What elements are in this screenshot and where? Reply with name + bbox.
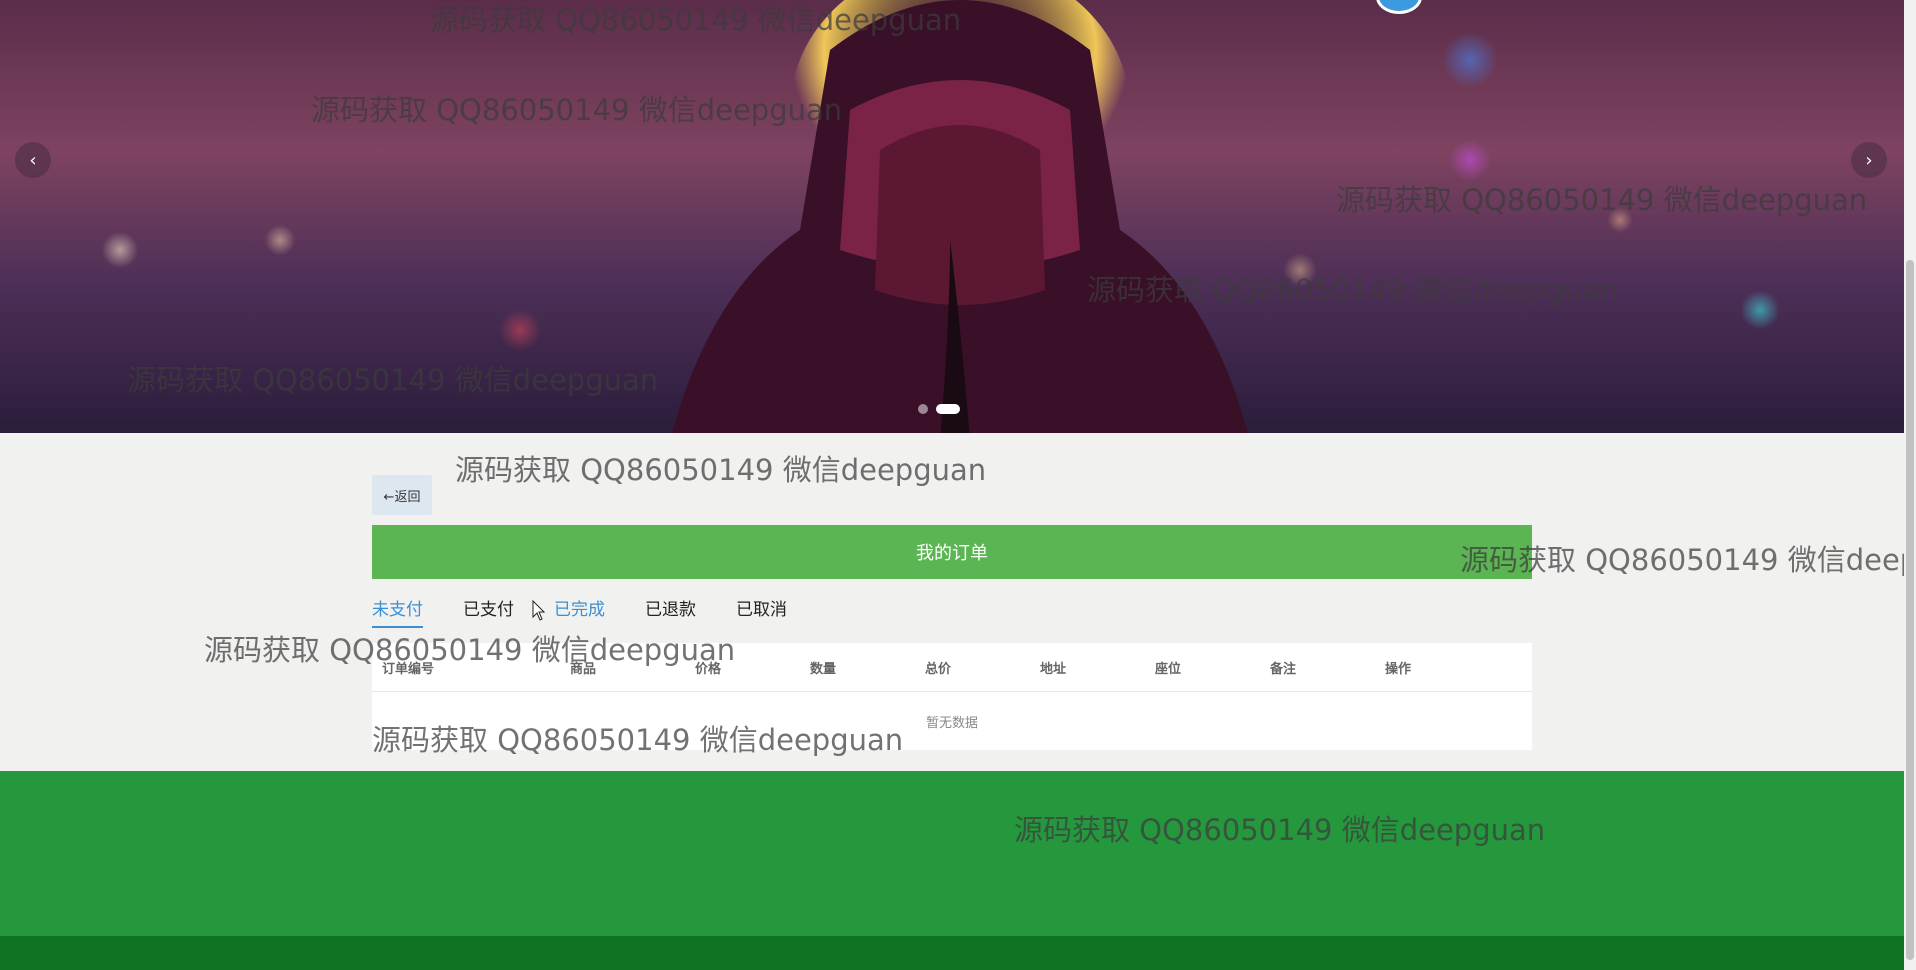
tab-refunded[interactable]: 已退款 [645,594,696,628]
banner-image [671,0,1249,433]
order-status-tabs: 未支付 已支付 已完成 已退款 已取消 [372,594,827,628]
page: ‹ › ←返回 我的订单 未支付 已支付 已完成 已退款 已取消 订单编号 商品… [0,0,1904,970]
orders-title: 我的订单 [372,525,1532,579]
empty-state: 暂无数据 [925,715,978,731]
back-button[interactable]: ←返回 [372,475,432,515]
scrollbar-thumb[interactable] [1906,260,1914,960]
user-avatar[interactable] [1376,0,1422,14]
tab-completed[interactable]: 已完成 [554,594,605,628]
column-header: 商品 [570,661,597,677]
column-header: 座位 [1155,661,1182,677]
tab-unpaid[interactable]: 未支付 [372,594,423,628]
carousel-dot[interactable] [918,404,928,414]
column-header: 地址 [1040,661,1067,677]
carousel-dot-active[interactable] [936,404,960,414]
table-header: 订单编号 商品 价格 数量 总价 地址 座位 备注 操作 [372,643,1532,692]
column-header: 数量 [810,661,837,677]
carousel-indicators [918,404,960,414]
carousel-next-button[interactable]: › [1851,142,1887,178]
carousel-prev-button[interactable]: ‹ [15,142,51,178]
column-header: 总价 [925,661,952,677]
column-header: 订单编号 [382,661,435,677]
chevron-right-icon: › [1865,149,1873,171]
tab-cancelled[interactable]: 已取消 [736,594,787,628]
footer-bottom-bar [0,936,1904,970]
banner-carousel: ‹ › [0,0,1904,433]
orders-table: 订单编号 商品 价格 数量 总价 地址 座位 备注 操作 暂无数据 [372,643,1532,750]
column-header: 价格 [695,661,722,677]
mouse-cursor-icon [532,600,546,621]
chevron-left-icon: ‹ [29,149,37,171]
footer [0,771,1904,936]
tab-paid[interactable]: 已支付 [463,594,514,628]
column-header: 备注 [1270,661,1297,677]
column-header: 操作 [1385,661,1412,677]
